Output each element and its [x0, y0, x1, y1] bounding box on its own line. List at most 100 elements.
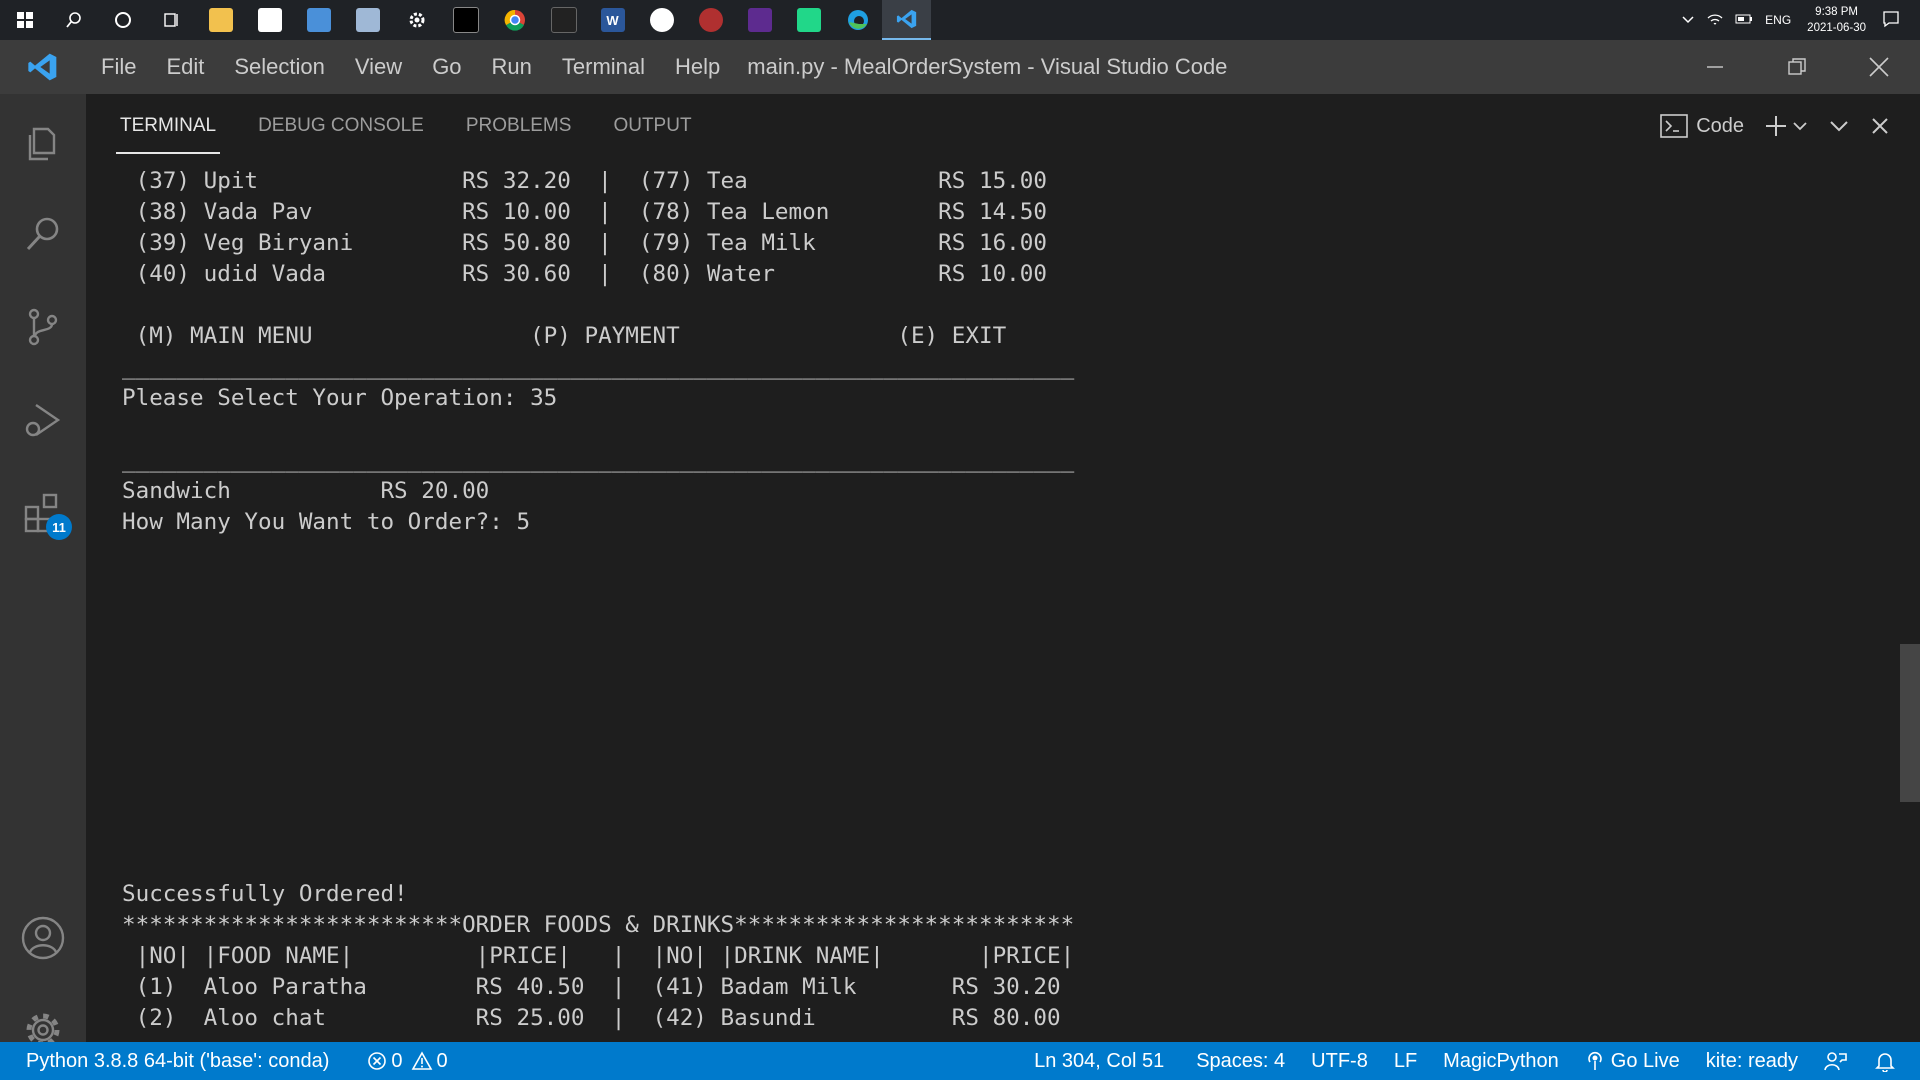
terminal-line: (1) Aloo Paratha RS 40.50 | (41) Badam M…	[122, 974, 1061, 1000]
edge-button[interactable]	[833, 0, 882, 40]
pycharm-button[interactable]	[784, 0, 833, 40]
error-count: 0	[391, 1049, 403, 1072]
activity-run-debug[interactable]	[0, 380, 86, 460]
language-indicator[interactable]: ENG	[1765, 13, 1791, 27]
tab-output[interactable]: OUTPUT	[613, 94, 691, 158]
terminal-icon	[1660, 114, 1688, 138]
indentation[interactable]: Spaces: 4	[1183, 1050, 1298, 1073]
status-bar-right: Ln 304, Col 51 Spaces: 4 UTF-8 LF MagicP…	[1021, 1042, 1920, 1080]
python-interpreter[interactable]: Python 3.8.8 64-bit ('base': conda)	[0, 1050, 342, 1073]
intellij-button[interactable]	[735, 0, 784, 40]
chevron-up-icon[interactable]	[1681, 13, 1695, 27]
minimize-button[interactable]	[1674, 40, 1756, 94]
chrome-icon	[504, 9, 525, 31]
battery-icon[interactable]	[1735, 13, 1753, 27]
menu-run[interactable]: Run	[477, 54, 547, 80]
word-button[interactable]: W	[588, 0, 637, 40]
activity-accounts[interactable]	[0, 898, 86, 978]
terminal-line: How Many You Want to Order?: 5	[122, 509, 531, 535]
task-view-button[interactable]	[147, 0, 196, 40]
terminal-line: ________________________________________…	[122, 447, 1075, 473]
settings-button[interactable]	[392, 0, 441, 40]
settings-gear-icon	[409, 12, 424, 28]
encoding[interactable]: UTF-8	[1298, 1050, 1381, 1073]
menu-view[interactable]: View	[340, 54, 417, 80]
restore-button[interactable]	[1756, 40, 1838, 94]
terminal-line: (39) Veg Biryani RS 50.80 | (79) Tea Mil…	[122, 230, 1047, 256]
broadcast-icon	[1588, 1051, 1602, 1070]
cursor-position[interactable]: Ln 304, Col 51	[1021, 1050, 1177, 1073]
taskbar-app-button[interactable]	[539, 0, 588, 40]
title-bar: File Edit Selection View Go Run Terminal…	[0, 40, 1920, 94]
account-icon	[21, 916, 65, 960]
vscode-icon	[896, 9, 916, 29]
chrome-button[interactable]	[490, 0, 539, 40]
terminal-shell-selector[interactable]: Code	[1660, 113, 1744, 139]
terminal-line: Please Select Your Operation: 35	[122, 385, 558, 411]
go-live-button[interactable]: Go Live	[1572, 1050, 1693, 1073]
tab-terminal[interactable]: TERMINAL	[115, 94, 221, 158]
app-icon	[698, 8, 723, 32]
close-panel-button[interactable]	[1870, 116, 1890, 136]
new-terminal-button[interactable]	[1764, 114, 1808, 138]
panel-actions: Code	[1650, 94, 1920, 158]
vscode-logo	[0, 40, 86, 94]
activity-search[interactable]	[0, 194, 86, 274]
activity-bar: 11	[0, 94, 86, 1047]
taskbar-app-button[interactable]	[686, 0, 735, 40]
warning-icon	[411, 1051, 432, 1070]
store-button[interactable]	[245, 0, 294, 40]
terminal-icon	[452, 7, 479, 33]
kite-status[interactable]: kite: ready	[1693, 1050, 1811, 1073]
language-mode[interactable]: MagicPython	[1430, 1050, 1572, 1073]
feedback-icon	[1824, 1052, 1847, 1071]
windows-taskbar: W ENG 9:38 PM 2021-06-30	[0, 0, 1920, 40]
clock-time: 9:38 PM	[1815, 6, 1858, 18]
taskbar-search-button[interactable]	[49, 0, 98, 40]
extensions-badge: 11	[46, 514, 72, 540]
notifications-button[interactable]	[1861, 1050, 1920, 1072]
activity-explorer[interactable]	[0, 102, 86, 182]
wifi-icon[interactable]	[1707, 12, 1723, 29]
terminal-output[interactable]: (37) Upit RS 32.20 | (77) Tea RS 15.00 (…	[122, 166, 1822, 1036]
terminal-button[interactable]	[441, 0, 490, 40]
window-controls	[1674, 40, 1920, 94]
chevron-down-icon	[1793, 122, 1807, 131]
menu-edit[interactable]: Edit	[151, 54, 219, 80]
windows-start-button[interactable]	[0, 0, 49, 40]
menu-selection[interactable]: Selection	[219, 54, 340, 80]
window-title: main.py - MealOrderSystem - Visual Studi…	[747, 54, 1228, 79]
menu-help[interactable]: Help	[660, 54, 735, 80]
intellij-icon	[747, 8, 772, 32]
menu-go[interactable]: Go	[417, 54, 476, 80]
activity-source-control[interactable]	[0, 287, 86, 367]
terminal-line: (37) Upit RS 32.20 | (77) Tea RS 15.00	[122, 168, 1047, 194]
app-icon	[550, 7, 577, 33]
terminal-line: (38) Vada Pav RS 10.00 | (78) Tea Lemon …	[122, 199, 1047, 225]
taskbar-app-button[interactable]	[343, 0, 392, 40]
taskbar-app-button[interactable]	[637, 0, 686, 40]
status-bar: Python 3.8.8 64-bit ('base': conda) 0 0 …	[0, 1042, 1920, 1080]
taskbar-app-button[interactable]	[294, 0, 343, 40]
cortana-button[interactable]	[98, 0, 147, 40]
end-of-line[interactable]: LF	[1381, 1050, 1430, 1073]
notification-center-icon[interactable]	[1882, 10, 1900, 31]
activity-extensions[interactable]: 11	[0, 472, 86, 552]
cortana-icon	[114, 12, 131, 28]
vscode-taskbar-button[interactable]	[882, 0, 931, 40]
app-icon	[355, 8, 380, 32]
tab-debug-console[interactable]: DEBUG CONSOLE	[258, 94, 424, 158]
menu-terminal[interactable]: Terminal	[547, 54, 660, 80]
close-icon	[1872, 118, 1888, 134]
clock[interactable]: 9:38 PM 2021-06-30	[1807, 4, 1866, 36]
plus-icon	[1766, 116, 1786, 136]
tab-problems[interactable]: PROBLEMS	[466, 94, 572, 158]
maximize-panel-button[interactable]	[1828, 118, 1850, 134]
close-button[interactable]	[1838, 40, 1920, 94]
file-explorer-button[interactable]	[196, 0, 245, 40]
menu-file[interactable]: File	[86, 54, 151, 80]
terminal-line: *************************ORDER FOODS & D…	[122, 912, 1075, 938]
terminal-scrollbar-thumb[interactable]	[1900, 644, 1920, 802]
feedback-button[interactable]	[1811, 1050, 1861, 1072]
problems-indicator[interactable]: 0 0	[354, 1050, 460, 1073]
